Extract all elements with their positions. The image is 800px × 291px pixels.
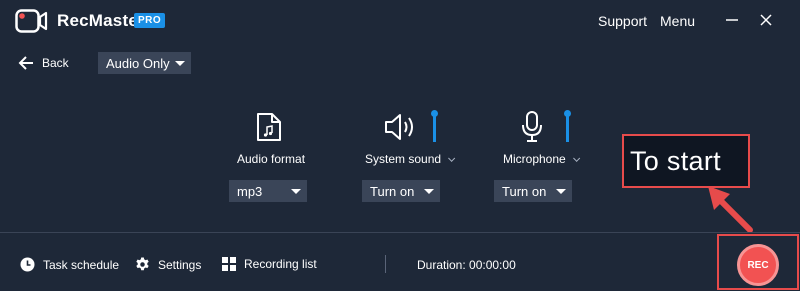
annotation-text: To start xyxy=(630,146,721,176)
chevron-down-icon xyxy=(572,154,580,162)
chevron-down-icon xyxy=(424,189,434,194)
menu-link[interactable]: Menu xyxy=(660,13,695,29)
mode-select-value: Audio Only xyxy=(106,55,170,71)
recording-list-button[interactable]: Recording list xyxy=(222,257,317,271)
mode-select[interactable]: Audio Only xyxy=(98,52,191,74)
system-sound-select[interactable]: Turn on xyxy=(362,180,440,202)
clock-icon xyxy=(20,257,35,272)
system-sound-label: System sound xyxy=(365,152,442,166)
footer-divider xyxy=(0,232,800,233)
rec-button[interactable]: REC xyxy=(737,244,779,286)
back-label: Back xyxy=(42,56,69,70)
rec-label: REC xyxy=(747,259,769,271)
microphone-volume-slider[interactable] xyxy=(564,110,571,142)
pro-badge: PRO xyxy=(134,13,166,28)
microphone-select[interactable]: Turn on xyxy=(494,180,572,202)
task-schedule-label: Task schedule xyxy=(43,257,120,272)
minimize-icon[interactable] xyxy=(722,10,742,30)
system-sound-menu[interactable]: System sound xyxy=(365,152,456,166)
grid-icon xyxy=(222,257,236,271)
settings-label: Settings xyxy=(158,257,202,272)
chevron-down-icon xyxy=(556,189,566,194)
system-sound-volume-slider[interactable] xyxy=(431,110,438,142)
microphone-icon xyxy=(522,111,542,142)
title-bar: RecMaster PRO Support Menu xyxy=(0,0,800,42)
audio-format-select[interactable]: mp3 xyxy=(229,180,307,202)
microphone-value: Turn on xyxy=(502,183,547,199)
annotation-arrow-icon xyxy=(708,186,753,233)
microphone-menu[interactable]: Microphone xyxy=(503,152,580,166)
audio-file-icon xyxy=(257,113,281,141)
back-button[interactable]: Back xyxy=(18,52,69,74)
close-icon[interactable] xyxy=(756,10,776,30)
footer-separator xyxy=(385,255,386,273)
app-name: RecMaster xyxy=(57,11,145,30)
recording-list-label: Recording list xyxy=(244,257,317,271)
gear-icon xyxy=(136,257,149,271)
camera-logo-icon xyxy=(15,9,48,33)
task-schedule-button[interactable]: Task schedule xyxy=(20,257,119,272)
speaker-icon xyxy=(385,114,413,140)
settings-button[interactable]: Settings xyxy=(135,257,201,272)
chevron-down-icon xyxy=(448,154,456,162)
chevron-down-icon xyxy=(291,189,301,194)
duration-readout: Duration: 00:00:00 xyxy=(417,258,516,272)
system-sound-value: Turn on xyxy=(370,183,415,199)
audio-format-label: Audio format xyxy=(237,152,306,166)
support-link[interactable]: Support xyxy=(598,13,647,29)
microphone-label: Microphone xyxy=(503,152,566,166)
chevron-down-icon xyxy=(175,61,185,66)
audio-format-value: mp3 xyxy=(237,183,263,199)
arrow-left-icon xyxy=(18,56,33,70)
